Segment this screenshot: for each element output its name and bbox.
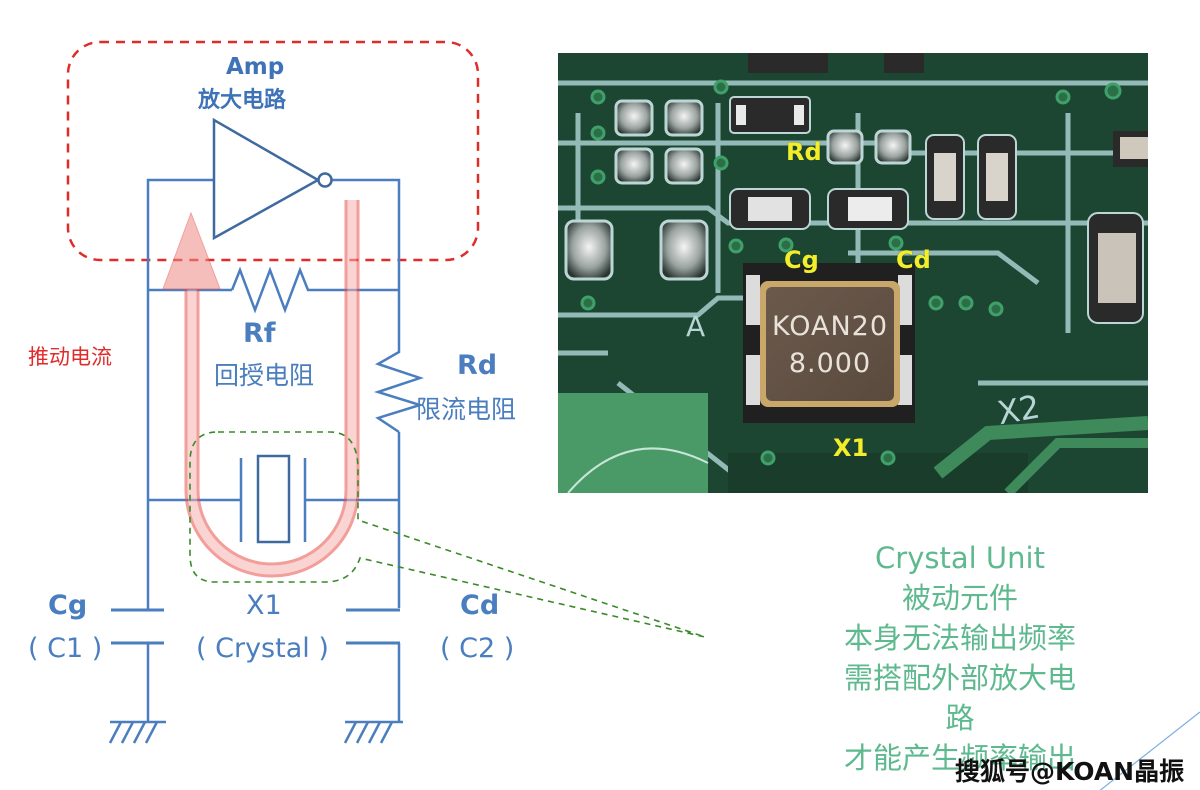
capacitor-cg-icon [111,608,164,645]
x1-sub-label: ( Crystal ) [196,633,329,664]
inverter-amplifier-icon [212,117,333,241]
amp-label-zh: 放大电路 [198,88,287,113]
pcb-label-cg: Cg [784,246,819,274]
cg-label: Cg [48,590,88,621]
pcb-label-cd: Cd [896,246,931,274]
ground-icon-right [343,720,403,744]
watermark: 搜狐号@KOAN晶振 [955,757,1185,786]
chip-marking-line2: 8.000 [788,348,872,379]
rd-label: Rd [457,350,498,381]
callout-line: 需搭配外部放大电路 [843,661,1076,735]
amp-label: Amp [226,54,285,80]
current-arrow-head-icon [162,211,221,290]
silkscreen-a: A [686,310,705,343]
ground-icon-left [108,720,166,744]
pcb-label-x1: X1 [833,434,869,462]
pcb-photo-drawing: A X2 [558,53,1148,493]
x1-label: X1 [246,590,282,621]
crystal-x1-icon [239,454,307,544]
rf-resistor-icon [230,266,313,314]
drive-current-label: 推动电流 [28,345,112,369]
pcb-label-rd: Rd [786,138,822,166]
cg-sub-label: ( C1 ) [28,633,103,664]
callout-line: 被动元件 [901,581,1018,615]
callout-title: Crystal Unit [875,541,1045,575]
crystal-chip-photo [743,263,915,423]
callout-line: 本身无法输出频率 [843,621,1076,655]
pcb-photo: A X2 KOAN20 8.000 [558,53,1148,493]
capacitor-cd-icon [346,608,400,645]
chip-marking-line1: KOAN20 [771,311,889,342]
rf-label: Rf [243,318,276,349]
cd-sub-label: ( C2 ) [440,633,515,664]
rd-resistor-icon [373,350,425,434]
rd-label-zh: 限流电阻 [416,395,517,424]
crystal-unit-description: Crystal Unit 被动元件 本身无法输出频率 需搭配外部放大电路 才能产… [830,538,1090,778]
silkscreen-x2: X2 [994,387,1042,432]
cd-label: Cd [460,590,500,621]
rf-label-zh: 回授电阻 [214,361,315,390]
